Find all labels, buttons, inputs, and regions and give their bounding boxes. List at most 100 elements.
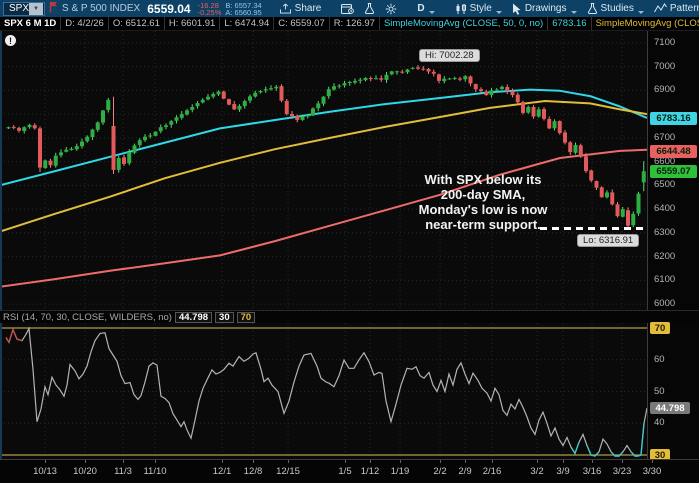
candle — [137, 140, 142, 146]
candle — [473, 84, 478, 90]
rsi-axis[interactable]: 60 50 40 70 30 44.798 — [647, 322, 699, 461]
candle — [458, 78, 462, 80]
rsi-high-level-chip: 70 — [236, 311, 256, 323]
candle — [248, 96, 252, 101]
candle — [300, 116, 305, 120]
header-low: L: 6474.94 — [220, 17, 275, 30]
index-name: S & P 500 INDEX — [62, 3, 141, 14]
candle — [106, 99, 111, 110]
candle — [332, 86, 336, 90]
candle — [311, 108, 315, 116]
timeframe-button[interactable]: D — [414, 1, 437, 16]
symbol-value[interactable]: SPX — [4, 3, 29, 14]
candle — [6, 127, 11, 129]
price-chart-canvas[interactable] — [0, 31, 647, 310]
annotation-text[interactable]: With SPX below its 200-day SMA, Monday's… — [393, 172, 573, 232]
time-axis-tick — [253, 460, 254, 463]
candle — [484, 91, 489, 96]
candle — [510, 90, 515, 96]
annotation-line: With SPX below its — [424, 171, 542, 187]
header-close: C: 6559.07 — [274, 17, 330, 30]
candle — [169, 121, 174, 125]
drawings-button[interactable]: Drawings — [509, 1, 580, 16]
bid-ask-stack: B: 6557.34 A: 6560.95 — [225, 1, 261, 16]
candle — [368, 77, 373, 79]
rsi-line — [5, 326, 647, 457]
candle — [295, 116, 300, 121]
candle — [237, 105, 242, 110]
candle — [326, 89, 331, 97]
time-axis-tick — [465, 460, 466, 463]
candle — [547, 119, 552, 129]
chart-settings-button[interactable] — [382, 1, 400, 16]
candle — [363, 78, 368, 81]
candle — [216, 91, 221, 95]
chart-warning-icon[interactable]: ! — [5, 35, 16, 46]
time-axis-label: 1/19 — [390, 466, 410, 477]
candle — [74, 146, 79, 150]
time-axis-tick — [123, 460, 124, 463]
candle — [542, 109, 546, 119]
rsi-study-label[interactable]: RSI (14, 70, 30, CLOSE, WILDERS, no) — [3, 312, 172, 323]
quick-study-button[interactable] — [361, 1, 378, 16]
calendar-clock-icon — [341, 3, 355, 14]
candle — [227, 99, 231, 105]
candle — [452, 77, 457, 79]
candle — [573, 144, 578, 153]
candle — [69, 148, 74, 150]
candle — [494, 89, 499, 91]
sma100-study-label[interactable]: SimpleMovingAvg (CLOSE, 100, 0, no) — [592, 17, 699, 30]
rsi-chart-canvas[interactable] — [0, 323, 647, 459]
share-button[interactable]: Share — [276, 1, 325, 16]
chart-title: SPX 6 M 1D — [0, 17, 62, 30]
candle — [468, 76, 473, 84]
candle — [610, 192, 615, 205]
style-button[interactable]: Style — [452, 1, 505, 16]
price-axis[interactable]: 7100 7000 6900 6700 6600 6500 6400 6300 6200 6100… — [647, 31, 699, 310]
candle — [447, 78, 452, 80]
low-marker-bubble: Lo: 6316.91 — [577, 233, 640, 247]
price-axis-label: 6400 — [654, 203, 676, 215]
candle — [563, 132, 567, 143]
price-axis-label: 6700 — [654, 131, 676, 143]
main-chart-panel: ! Hi: 7002.28 Lo: 6316.91 With SPX below… — [0, 31, 699, 310]
panel-left-strip — [0, 323, 2, 459]
cursor-icon — [512, 3, 522, 15]
patterns-label: Patterns — [669, 3, 699, 14]
candle — [426, 68, 431, 72]
candle — [636, 193, 641, 214]
rsi-axis-label: 50 — [654, 385, 665, 397]
candle — [22, 127, 27, 132]
candle — [190, 106, 195, 110]
candle — [416, 67, 420, 69]
last-price: 6559.04 — [147, 1, 191, 16]
symbol-dropdown-button[interactable]: ▼ — [29, 2, 44, 15]
candle — [200, 99, 205, 103]
candle — [11, 126, 16, 128]
candle — [132, 145, 137, 153]
candle — [337, 85, 342, 87]
sma50-study-label[interactable]: SimpleMovingAvg (CLOSE, 50, 0, no) — [380, 17, 549, 30]
chart-header-row: SPX 6 M 1D D: 4/2/26 O: 6512.61 H: 6601.… — [0, 17, 699, 31]
header-date: D: 4/2/26 — [61, 17, 109, 30]
candle — [158, 127, 163, 132]
annotation-line: Monday's low is now — [418, 201, 548, 217]
patterns-button[interactable]: Patterns — [651, 1, 699, 16]
alert-flag-icon[interactable] — [49, 1, 58, 16]
rsi-level-bubble: 70 — [650, 322, 670, 334]
studies-button[interactable]: Studies — [584, 1, 647, 16]
panel-left-strip — [0, 31, 2, 310]
candle — [505, 87, 510, 92]
calendar-events-button[interactable] — [338, 1, 357, 16]
time-axis[interactable]: 10/13 10/20 11/3 11/10 12/1 12/8 12/15 1/5 1/12 1… — [0, 459, 699, 483]
candle — [179, 114, 184, 118]
rsi-low-level-chip: 30 — [215, 311, 234, 323]
candle — [143, 136, 147, 141]
candle — [400, 71, 405, 73]
candle — [95, 122, 100, 130]
time-axis-label: 11/10 — [143, 466, 167, 477]
candle — [626, 210, 630, 226]
candle — [90, 129, 95, 138]
candle — [342, 83, 347, 86]
symbol-input[interactable]: SPX ▼ — [3, 1, 46, 16]
